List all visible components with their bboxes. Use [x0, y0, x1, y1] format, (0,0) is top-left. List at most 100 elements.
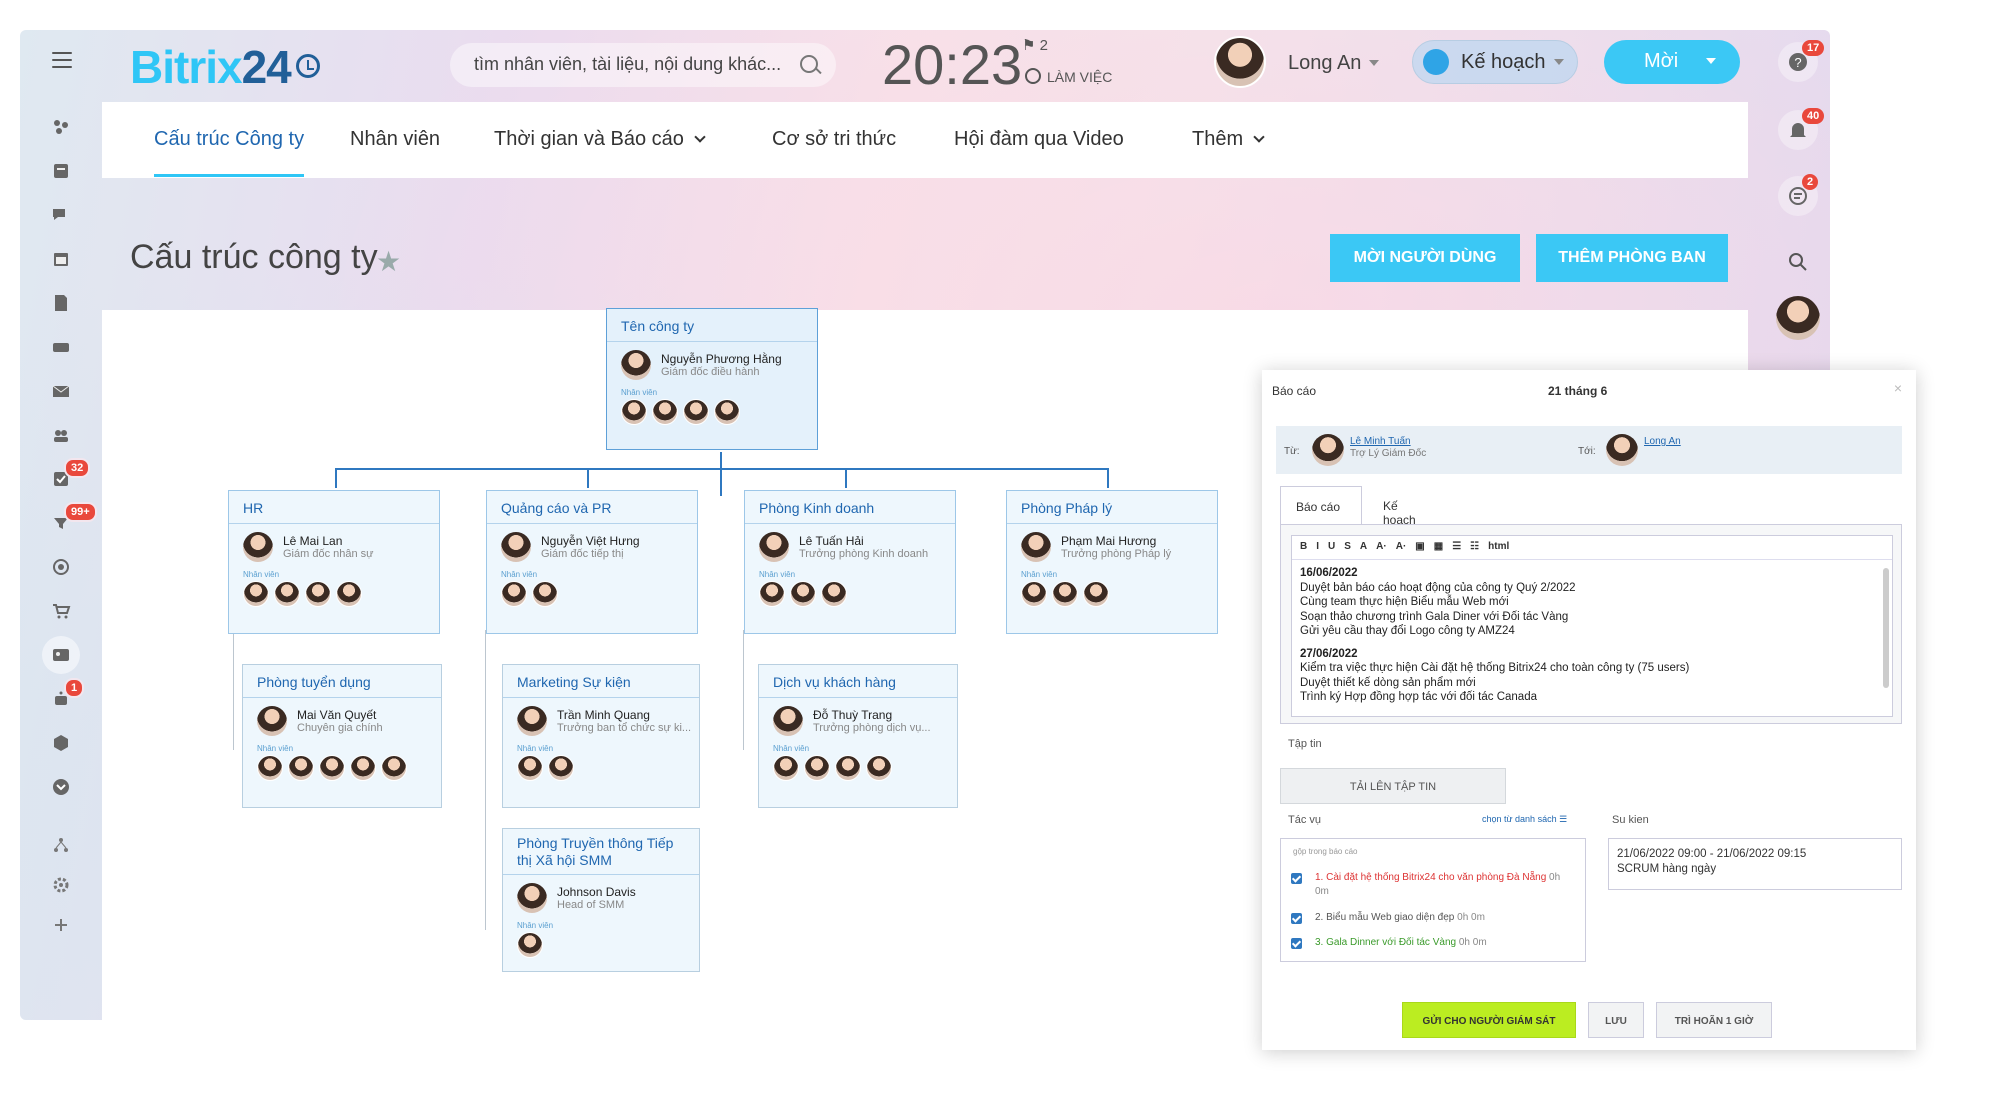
chat-icon[interactable] [42, 196, 80, 234]
task-item[interactable]: 2. Biểu mẫu Web giao diện đẹp 0h 0m [1291, 911, 1485, 925]
mail-icon[interactable] [42, 372, 80, 410]
tab-company-structure[interactable]: Cấu trúc Công ty [154, 128, 305, 177]
tab-plan[interactable]: Kế hoạch [1368, 486, 1431, 527]
org-card-legal[interactable]: Phòng Pháp lý Phạm Mai Hương Trưởng phòng… [1006, 490, 1218, 634]
tab-time-reports[interactable]: Thời gian và Báo cáo [494, 128, 706, 151]
underline-button[interactable]: U [1328, 541, 1335, 552]
manager-name[interactable]: Mai Văn Quyết [297, 704, 441, 722]
contact-avatar[interactable] [1776, 296, 1820, 340]
task-title[interactable]: 2. Biểu mẫu Web giao diện đẹp [1315, 912, 1454, 923]
task-checkbox[interactable] [1291, 873, 1302, 884]
avatar[interactable] [621, 399, 647, 425]
avatar[interactable] [821, 581, 847, 607]
avatar[interactable] [548, 755, 574, 781]
avatar[interactable] [683, 399, 709, 425]
work-status[interactable]: LÀM VIỆC [1025, 68, 1112, 85]
search-icon[interactable] [1778, 242, 1818, 282]
plan-button[interactable]: Kế hoạch [1412, 40, 1578, 84]
table-icon[interactable]: ▦ [1434, 541, 1443, 552]
font-color-button[interactable]: A· [1396, 541, 1407, 552]
tab-employees[interactable]: Nhân viên [350, 128, 440, 151]
manager-name[interactable]: Johnson Davis [557, 881, 699, 899]
manager-name[interactable]: Nguyễn Phương Hằng [661, 348, 817, 366]
manager-name[interactable]: Trần Minh Quang [557, 704, 699, 722]
avatar[interactable] [714, 399, 740, 425]
image-icon[interactable]: ▣ [1415, 541, 1424, 552]
avatar[interactable] [773, 755, 799, 781]
avatar[interactable] [288, 755, 314, 781]
tab-knowledge-base[interactable]: Cơ sở tri thức [772, 128, 896, 151]
manager-name[interactable]: Lê Mai Lan [283, 530, 439, 548]
feed-icon[interactable] [42, 108, 80, 146]
user-avatar[interactable] [1214, 36, 1266, 88]
clock-time[interactable]: 20:23 [882, 32, 1022, 97]
add-department-button[interactable]: THÊM PHÒNG BAN [1536, 234, 1728, 282]
recipient-link[interactable]: Long An [1644, 436, 1681, 447]
avatar[interactable] [257, 706, 287, 736]
chevron-down-icon[interactable] [1706, 58, 1717, 64]
avatar[interactable] [517, 706, 547, 736]
manager-name[interactable]: Đỗ Thuỳ Trang [813, 704, 957, 722]
avatar[interactable] [517, 755, 543, 781]
avatar[interactable] [243, 532, 273, 562]
avatar[interactable] [866, 755, 892, 781]
group-icon[interactable] [42, 416, 80, 454]
more-down-icon[interactable] [42, 768, 80, 806]
avatar[interactable] [517, 883, 547, 913]
task-title[interactable]: 1. Cài đặt hệ thống Bitrix24 cho văn phò… [1315, 872, 1546, 883]
avatar[interactable] [336, 581, 362, 607]
sender-link[interactable]: Lê Minh Tuấn [1350, 436, 1411, 447]
add-plus-icon[interactable] [42, 906, 80, 944]
bitrix24-logo[interactable]: Bitrix24 [130, 40, 292, 94]
org-card-root[interactable]: Tên công ty Nguyễn Phương Hằng Giám đốc đ… [606, 308, 818, 450]
org-card-sales[interactable]: Phòng Kinh doanh Lê Tuấn Hải Trưởng phòng… [744, 490, 956, 634]
avatar[interactable] [773, 706, 803, 736]
avatar[interactable] [517, 932, 543, 958]
avatar[interactable] [532, 581, 558, 607]
save-button[interactable]: LƯU [1588, 1002, 1644, 1038]
postpone-button[interactable]: TRÌ HOÃN 1 GIỜ [1656, 1002, 1772, 1038]
avatar[interactable] [243, 581, 269, 607]
avatar[interactable] [274, 581, 300, 607]
avatar[interactable] [305, 581, 331, 607]
user-menu[interactable]: Long An [1288, 52, 1380, 75]
search-icon[interactable] [800, 55, 818, 73]
avatar[interactable] [790, 581, 816, 607]
manager-name[interactable]: Lê Tuấn Hải [799, 530, 955, 548]
cart-icon[interactable] [42, 592, 80, 630]
italic-button[interactable]: I [1316, 541, 1319, 552]
contact-card-icon[interactable] [42, 636, 80, 674]
org-card-hr[interactable]: HR Lê Mai Lan Giám đốc nhân sự Nhân viên [228, 490, 440, 634]
avatar[interactable] [381, 755, 407, 781]
font-size-button[interactable]: A· [1376, 541, 1387, 552]
tab-more[interactable]: Thêm [1192, 128, 1265, 151]
org-card-customer-service[interactable]: Dịch vụ khách hàng Đỗ Thuỳ Trang Trưởng p… [758, 664, 958, 808]
org-card-smm[interactable]: Phòng Truyền thông Tiếp thị Xã hội SMM J… [502, 828, 700, 972]
bold-button[interactable]: B [1300, 541, 1307, 552]
drive-icon[interactable] [42, 328, 80, 366]
avatar[interactable] [1083, 581, 1109, 607]
avatar[interactable] [350, 755, 376, 781]
task-checkbox[interactable] [1291, 913, 1302, 924]
avatar[interactable] [1021, 532, 1051, 562]
manager-name[interactable]: Phạm Mai Hương [1061, 530, 1217, 548]
menu-icon[interactable] [52, 52, 72, 68]
html-button[interactable]: html [1488, 541, 1509, 552]
tab-video-conference[interactable]: Hội đàm qua Video [954, 128, 1124, 151]
search-input[interactable]: tìm nhân viên, tài liệu, nội dung khác..… [450, 43, 836, 87]
avatar[interactable] [804, 755, 830, 781]
avatar[interactable] [759, 532, 789, 562]
avatar[interactable] [652, 399, 678, 425]
avatar[interactable] [319, 755, 345, 781]
settings-gear-icon[interactable] [42, 866, 80, 904]
task-title[interactable]: 3. Gala Dinner với Đối tác Vàng [1315, 937, 1456, 948]
tab-report[interactable]: Báo cáo [1280, 486, 1362, 524]
news-icon[interactable] [42, 152, 80, 190]
upload-file-button[interactable]: TẢI LÊN TẬP TIN [1280, 768, 1506, 804]
task-item[interactable]: 1. Cài đặt hệ thống Bitrix24 cho văn phò… [1291, 871, 1571, 899]
strike-button[interactable]: S [1344, 541, 1351, 552]
manager-name[interactable]: Nguyễn Việt Hưng [541, 530, 697, 548]
bullet-list-icon[interactable]: ☷ [1470, 541, 1479, 552]
send-to-supervisor-button[interactable]: GỬI CHO NGƯỜI GIÁM SÁT [1402, 1002, 1576, 1038]
invite-user-button[interactable]: MỜI NGƯỜI DÙNG [1330, 234, 1520, 282]
